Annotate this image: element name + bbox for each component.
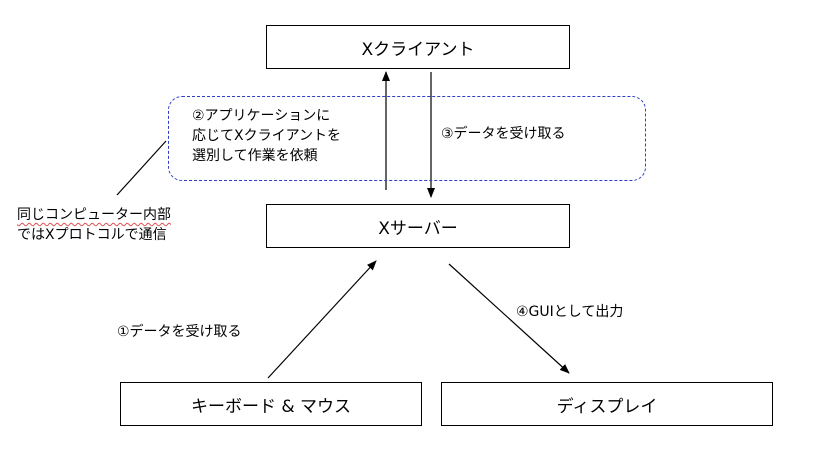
arrow-keyboard-to-server — [267, 260, 377, 379]
x-server-box: Xサーバー — [266, 204, 570, 248]
gui-output-text: ④GUIとして出力 — [516, 304, 624, 320]
app-request-line-3: 選別して作業を依頼 — [192, 148, 318, 164]
server-receive-text: ①データを受け取る — [117, 324, 242, 340]
note-line-1-text: 同じコンピューター内部 — [17, 207, 171, 223]
note-line-1: 同じコンピューター内部 — [17, 205, 171, 225]
x-server-label: Xサーバー — [378, 218, 458, 239]
x-client-box: Xクライアント — [266, 25, 570, 69]
keyboard-mouse-label: キーボード & マウス — [190, 396, 352, 417]
app-request-label: ②アプリケーションに 応じてXクライアントを 選別して作業を依頼 — [192, 106, 341, 166]
gui-output-label: ④GUIとして出力 — [516, 302, 623, 322]
app-request-line-1: ②アプリケーションに — [192, 108, 331, 124]
client-receive-label: ③データを受け取る — [441, 124, 566, 144]
note-line-2: ではXプロトコルで通信 — [17, 227, 167, 243]
keyboard-mouse-box: キーボード & マウス — [120, 382, 422, 426]
note-pointer-line — [116, 140, 167, 196]
client-receive-text: ③データを受け取る — [441, 126, 566, 142]
app-request-line-2: 応じてXクライアントを — [192, 128, 342, 144]
server-receive-label: ①データを受け取る — [117, 322, 242, 342]
display-box: ディスプレイ — [441, 382, 773, 426]
x-client-label: Xクライアント — [361, 39, 475, 60]
note-label: 同じコンピューター内部 ではXプロトコルで通信 — [17, 205, 171, 245]
display-label: ディスプレイ — [556, 396, 658, 417]
